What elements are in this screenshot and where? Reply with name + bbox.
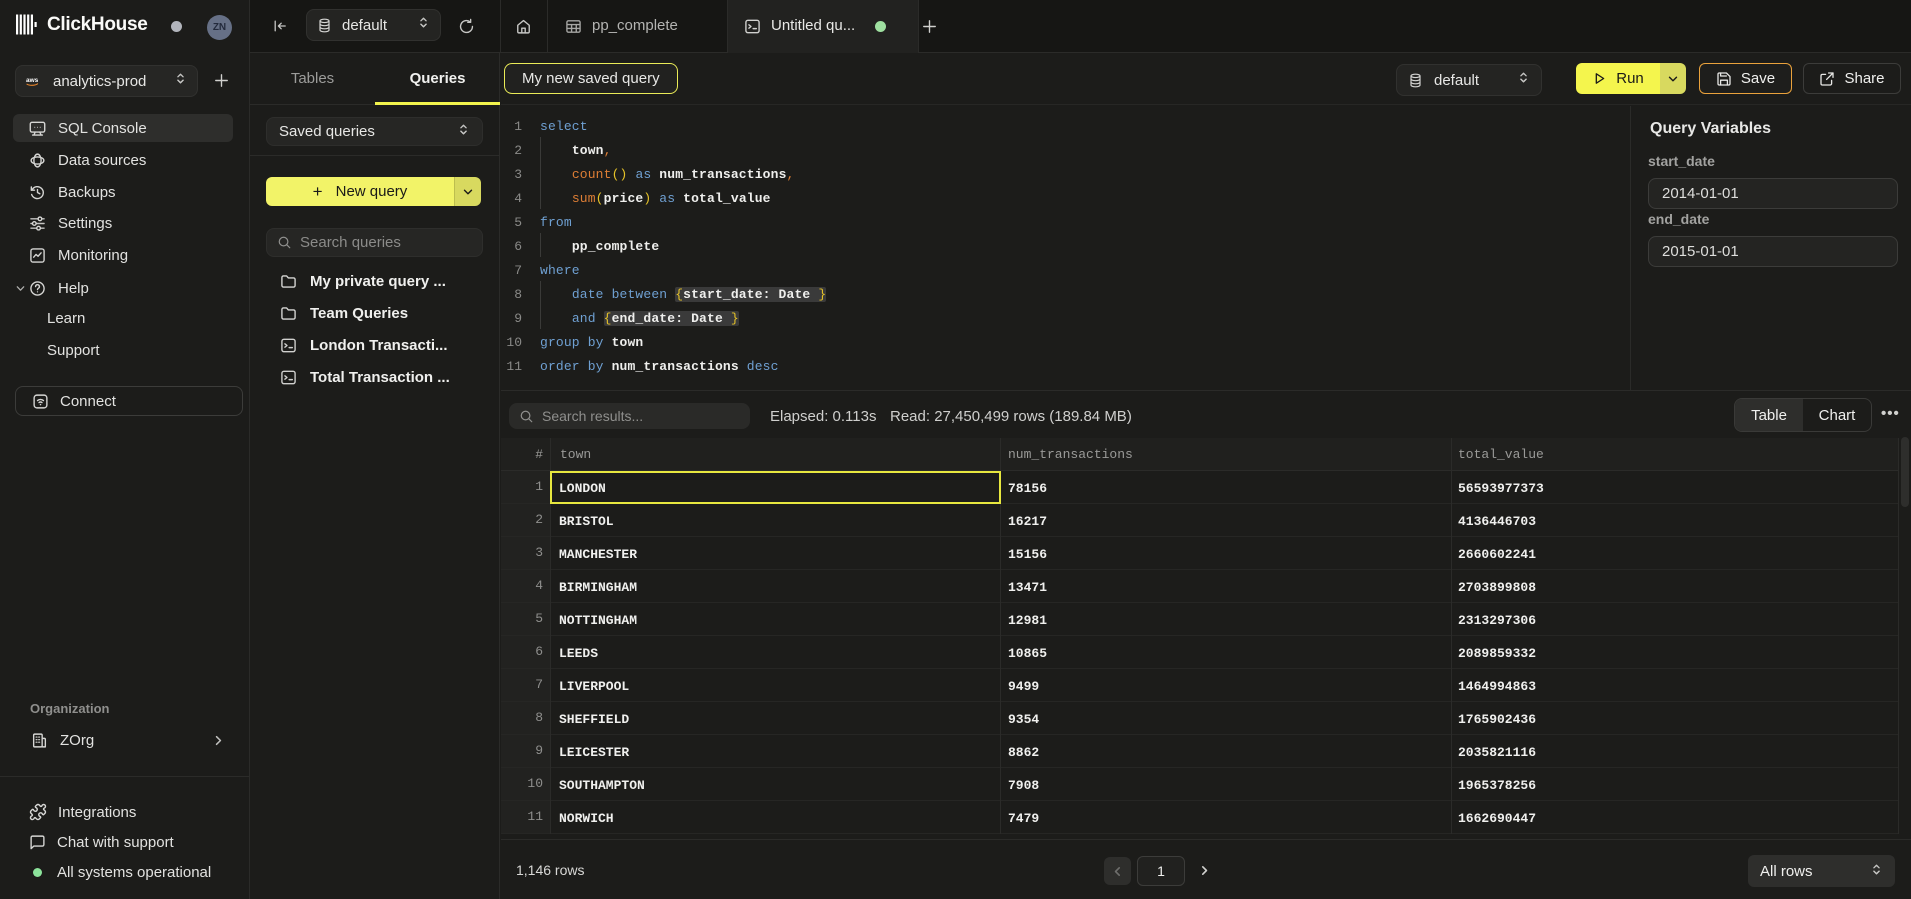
svg-text:aws: aws [26,77,39,84]
